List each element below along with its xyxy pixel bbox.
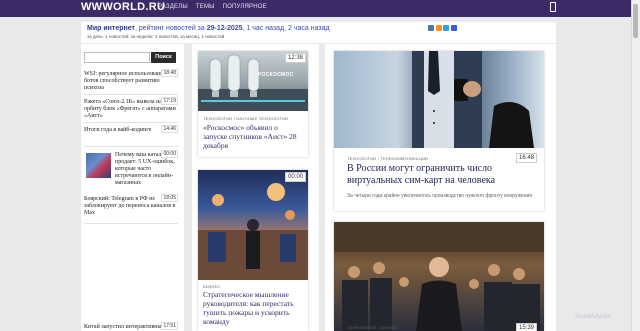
conference-image[interactable] — [334, 222, 544, 331]
card-title[interactable]: В России могут ограничить число виртуаль… — [347, 163, 537, 187]
card-tag[interactable]: ТЕХНОЛОГИИ / БИЗНЕС — [347, 325, 398, 330]
news-time: 12:38 — [285, 53, 307, 63]
news-time: 00:00 — [161, 150, 178, 158]
list-item[interactable]: 14:46 Итоги года в вайб-кодинге — [84, 125, 178, 147]
menu-icon[interactable] — [550, 2, 556, 12]
mail-icon[interactable] — [450, 25, 457, 31]
list-item[interactable]: 18:48 WSJ: регулярное использование чат-… — [84, 69, 178, 95]
news-time: 15:39 — [516, 323, 538, 331]
nav-popular[interactable]: ПОПУЛЯРНОЕ — [223, 4, 267, 10]
card-title[interactable]: «Роскосмос» объявил о запуске спутников … — [203, 123, 303, 150]
list-item[interactable]: 17:51 Китай запустил интерактивный — [84, 322, 178, 331]
news-time: 17:51 — [161, 322, 178, 330]
vk-icon[interactable] — [428, 25, 434, 31]
watermark: ScanMalware — [575, 314, 612, 320]
share-buttons — [428, 25, 457, 31]
news-time: 14:46 — [161, 125, 178, 133]
nav-sections[interactable]: РАЗДЕЛЫ — [158, 4, 188, 10]
news-time: 18:05 — [161, 194, 178, 202]
nav-topics[interactable]: ТЕМЫ — [196, 4, 215, 10]
phone-user-image[interactable] — [334, 51, 544, 148]
card-tag[interactable]: ТЕХНОЛОГИИ / НАУЧНЫЕ ТЕХНОЛОГИИ — [203, 116, 288, 121]
rating-prefix: , рейтинг новостей за — [134, 25, 207, 32]
news-time: 16:48 — [516, 153, 538, 163]
site-name-link[interactable]: Мир интернет — [87, 25, 135, 32]
news-time: 17:19 — [161, 97, 178, 105]
page-scrollbar[interactable] — [631, 0, 640, 331]
site-logo[interactable]: WWWORLD.RU — [81, 1, 165, 13]
list-item[interactable]: 00:00 Почему ваш каталог продает: 5 UX-о… — [115, 150, 178, 188]
telegram-icon[interactable] — [443, 25, 449, 31]
list-item[interactable]: 17:19 Ракета «Союз-2.1Б» вывела на орбит… — [84, 97, 178, 123]
rating-subline: за день: 1 новостей, за неделю: 1 новост… — [87, 34, 225, 39]
card-title[interactable]: Стратегическое мышление руководителя: ка… — [203, 290, 303, 326]
search-button[interactable]: Поиск — [151, 52, 176, 63]
leader-image[interactable] — [198, 170, 308, 280]
news-time: 00:00 — [285, 172, 307, 182]
scrollbar-thumb[interactable] — [633, 4, 638, 38]
card-tag[interactable]: БИЗНЕС — [203, 284, 221, 289]
odnoklassniki-icon[interactable] — [435, 25, 442, 31]
card-lead: За четыре года крайне увеличилось произв… — [347, 193, 532, 199]
search-input[interactable] — [84, 52, 150, 63]
rating-date[interactable]: 29-12-2025 — [207, 25, 243, 32]
card-tag[interactable]: ТЕХНОЛОГИИ / ТЕЛЕКОММУНИКАЦИИ — [347, 156, 428, 161]
rating-headline: Мир интернет, рейтинг новостей за 29-12-… — [87, 25, 330, 32]
rating-suffix[interactable]: , 1 час назад, 2 часа назад — [243, 25, 330, 32]
roscosmos-label: РОСКОСМОС — [258, 72, 294, 78]
main-nav: РАЗДЕЛЫ ТЕМЫ ПОПУЛЯРНОЕ — [158, 4, 267, 10]
list-item[interactable]: 18:05 Боярский: Telegram в РФ не заблоки… — [84, 194, 178, 224]
news-thumbnail[interactable] — [86, 153, 111, 178]
news-time: 18:48 — [161, 69, 178, 77]
